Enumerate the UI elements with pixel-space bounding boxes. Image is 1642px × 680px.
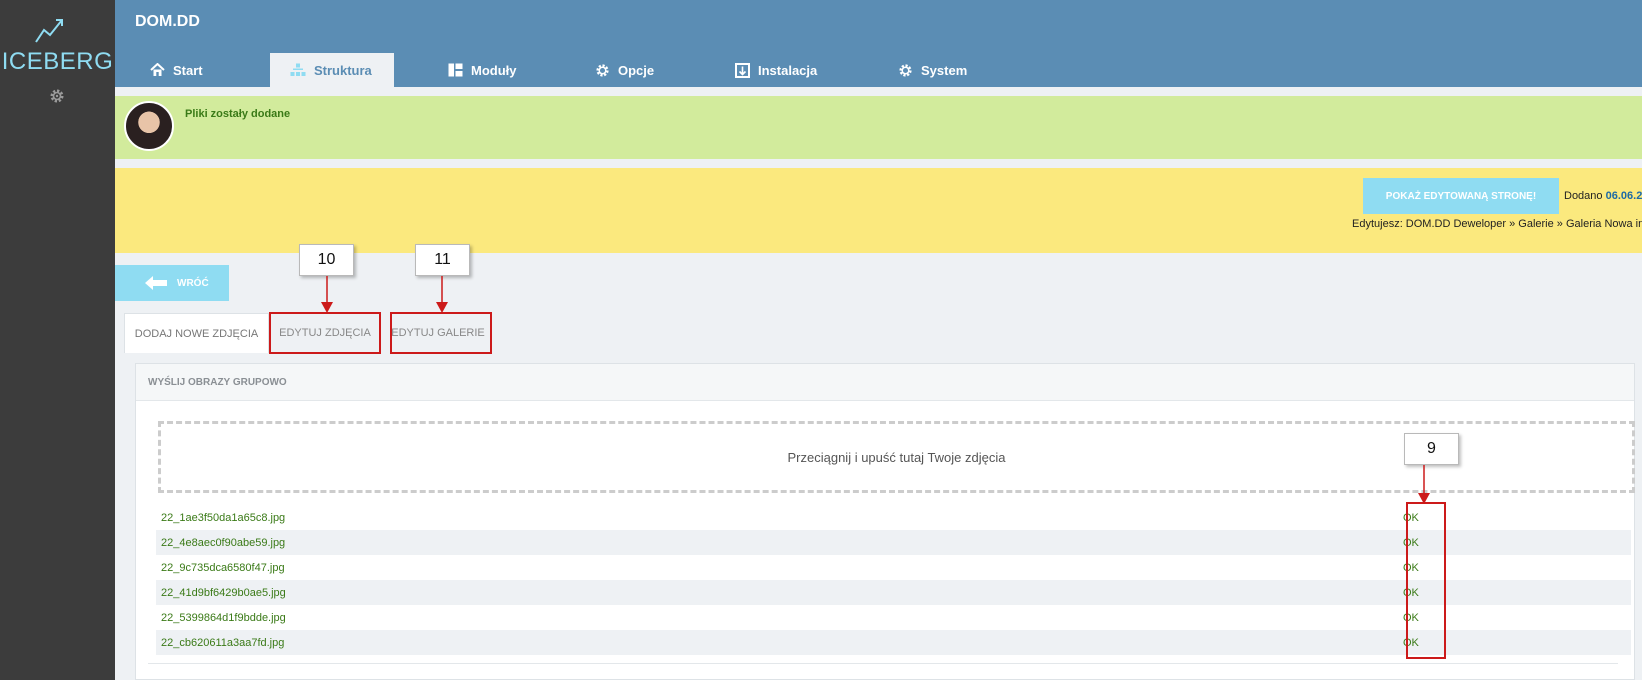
callout-arrow (1418, 465, 1430, 504)
settings-gear-icon[interactable] (49, 88, 65, 104)
tab-label: Struktura (314, 62, 372, 78)
callout-11: 11 (415, 244, 470, 276)
file-name: 22_1ae3f50da1a65c8.jpg (161, 511, 286, 524)
tab-label: Instalacja (758, 62, 818, 78)
edit-info-bar: POKAŻ EDYTOWANĄ STRONĘ! Dodano 06.06.2 E… (115, 168, 1642, 253)
file-name: 22_41d9bf6429b0ae5.jpg (161, 586, 286, 599)
highlight-edit-galleries (390, 312, 492, 354)
home-icon (150, 63, 165, 76)
added-info: Dodano 06.06.2 (1564, 190, 1642, 202)
install-icon (735, 62, 750, 78)
added-date: 06.06.2 (1605, 190, 1642, 202)
back-button[interactable]: WRÓĆ (115, 265, 229, 301)
back-button-label: WRÓĆ (177, 277, 209, 289)
tab-label: Opcje (618, 62, 655, 78)
top-header: DOM.DD Start Struktura Moduły Opcje Inst… (115, 0, 1642, 87)
app-logo[interactable]: ICEBERG (0, 48, 115, 76)
tab-label: Start (173, 62, 203, 78)
callout-arrow (436, 276, 448, 313)
tab-label: System (921, 62, 968, 78)
tab-add-new-photos[interactable]: DODAJ NOWE ZDJĘCIA (124, 313, 269, 353)
tab-moduly[interactable]: Moduły (448, 53, 517, 87)
tab-opcje[interactable]: Opcje (595, 53, 654, 87)
gear-icon (899, 63, 912, 77)
site-title[interactable]: DOM.DD (135, 13, 200, 31)
added-label: Dodano (1564, 190, 1603, 202)
logo-chart-icon (35, 19, 63, 43)
notice-message: Pliki zostały dodane (185, 108, 291, 120)
show-edited-page-button[interactable]: POKAŻ EDYTOWANĄ STRONĘ! (1363, 178, 1559, 214)
sitemap-icon (290, 63, 306, 76)
callout-9: 9 (1404, 433, 1459, 465)
success-notice: Pliki zostały dodane (115, 96, 1642, 159)
panel-title: WYŚLIJ OBRAZY GRUPOWO (136, 364, 1634, 401)
tab-start[interactable]: Start (150, 53, 203, 87)
tab-system[interactable]: System (898, 53, 967, 87)
arrow-left-icon (145, 276, 167, 290)
file-name: 22_4e8aec0f90abe59.jpg (161, 536, 286, 549)
highlight-status-column (1406, 502, 1446, 659)
callout-arrow (321, 276, 333, 313)
file-name: 22_9c735dca6580f47.jpg (161, 561, 285, 574)
tab-instalacja[interactable]: Instalacja (735, 53, 817, 87)
tab-label: Moduły (471, 62, 517, 78)
highlight-edit-photos (269, 312, 381, 354)
file-name: 22_5399864d1f9bdde.jpg (161, 611, 286, 624)
gear-icon (596, 63, 609, 77)
file-name: 22_cb620611a3aa7fd.jpg (161, 636, 285, 649)
tab-struktura[interactable]: Struktura (270, 53, 394, 87)
editing-breadcrumb: Edytujesz: DOM.DD Deweloper » Galerie » … (1352, 218, 1642, 230)
divider (148, 663, 1618, 664)
modules-icon (448, 63, 463, 77)
sidebar: ICEBERG (0, 0, 115, 680)
avatar (124, 101, 174, 151)
callout-10: 10 (299, 244, 354, 276)
